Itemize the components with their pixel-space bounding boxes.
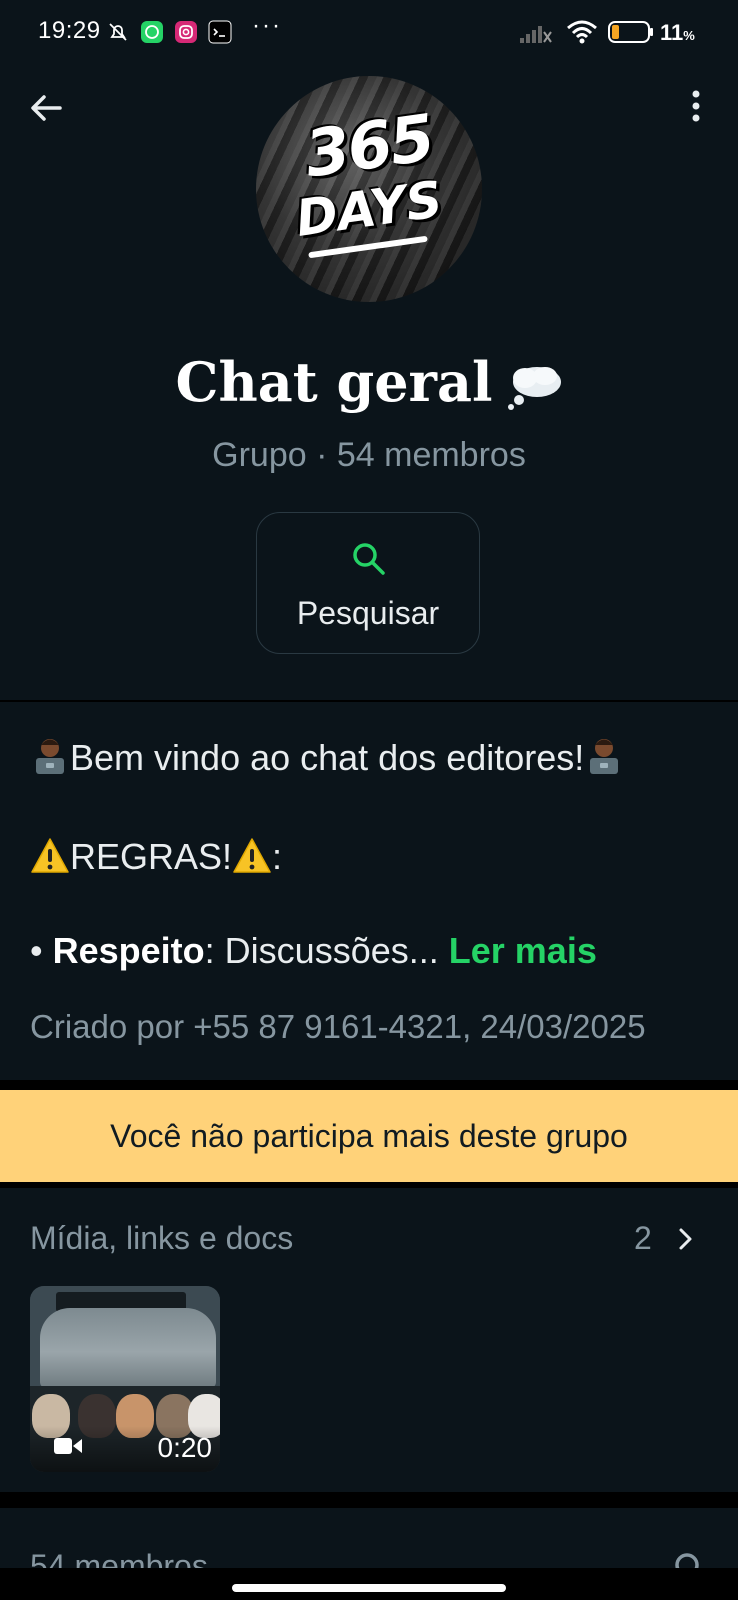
whatsapp-icon <box>141 21 163 43</box>
created-by: Criado por +55 87 9161-4321, 24/03/2025 <box>30 1008 646 1045</box>
description-rules-suffix: : <box>272 836 283 877</box>
signal-icon <box>520 26 552 43</box>
rule-text: : Discussões... <box>204 930 439 971</box>
battery-icon <box>608 21 653 43</box>
battery-percent: 11% <box>660 20 695 45</box>
description-rules-text: REGRAS! <box>70 836 233 877</box>
search-icon <box>353 543 385 575</box>
description-welcome: Bem vindo ao chat dos editores! <box>30 736 624 779</box>
group-avatar[interactable]: 365 DAYS <box>256 76 482 302</box>
status-time: 19:29 <box>38 17 101 44</box>
media-video-thumbnail[interactable]: 0:20 <box>30 1286 220 1472</box>
group-description: Bem vindo ao chat dos editores! REGRAS! … <box>0 702 738 1080</box>
media-count: 2 <box>634 1220 652 1256</box>
search-button[interactable]: Pesquisar <box>256 512 480 654</box>
media-section-title: Mídia, links e docs <box>30 1220 294 1256</box>
status-overflow: ··· <box>252 12 282 39</box>
video-camera-icon <box>54 1438 82 1454</box>
read-more-link[interactable]: Ler mais <box>449 930 597 971</box>
warning-emoji-icon <box>233 838 271 873</box>
technologist-emoji-icon <box>36 739 64 774</box>
terminal-icon <box>208 20 232 44</box>
back-arrow-icon[interactable] <box>26 88 66 128</box>
group-subtitle: Grupo · 54 membros <box>212 436 526 474</box>
description-rules-heading: REGRAS! : <box>30 836 282 878</box>
description-rule-respect: • Respeito: Discussões... Ler mais <box>30 930 597 972</box>
warning-emoji-icon <box>31 838 69 873</box>
group-info-header: 365 DAYS Chat geral Grupo · 54 membros P… <box>0 52 738 700</box>
wifi-icon <box>567 20 597 44</box>
group-title: Chat geral <box>0 350 738 414</box>
rule-bullet: • <box>30 930 43 971</box>
group-title-text: Chat geral <box>175 350 493 414</box>
chevron-right-icon <box>679 1228 692 1250</box>
more-options-icon[interactable] <box>678 88 718 128</box>
thought-bubble-icon <box>507 366 561 410</box>
home-indicator[interactable] <box>232 1584 506 1592</box>
thumb-blanket <box>40 1308 216 1388</box>
technologist-emoji-icon <box>590 739 619 774</box>
rule-title: Respeito <box>52 930 205 971</box>
bell-off-icon <box>109 23 127 41</box>
left-group-banner: Você não participa mais deste grupo <box>0 1090 738 1182</box>
description-welcome-text: Bem vindo ao chat dos editores! <box>70 737 585 778</box>
search-button-label: Pesquisar <box>296 595 440 631</box>
instagram-icon <box>175 21 197 43</box>
video-duration: 0:20 <box>157 1432 213 1463</box>
status-bar: 19:29 ··· 11% <box>0 0 738 52</box>
media-links-docs[interactable]: Mídia, links e docs 2 0:20 <box>0 1188 738 1492</box>
